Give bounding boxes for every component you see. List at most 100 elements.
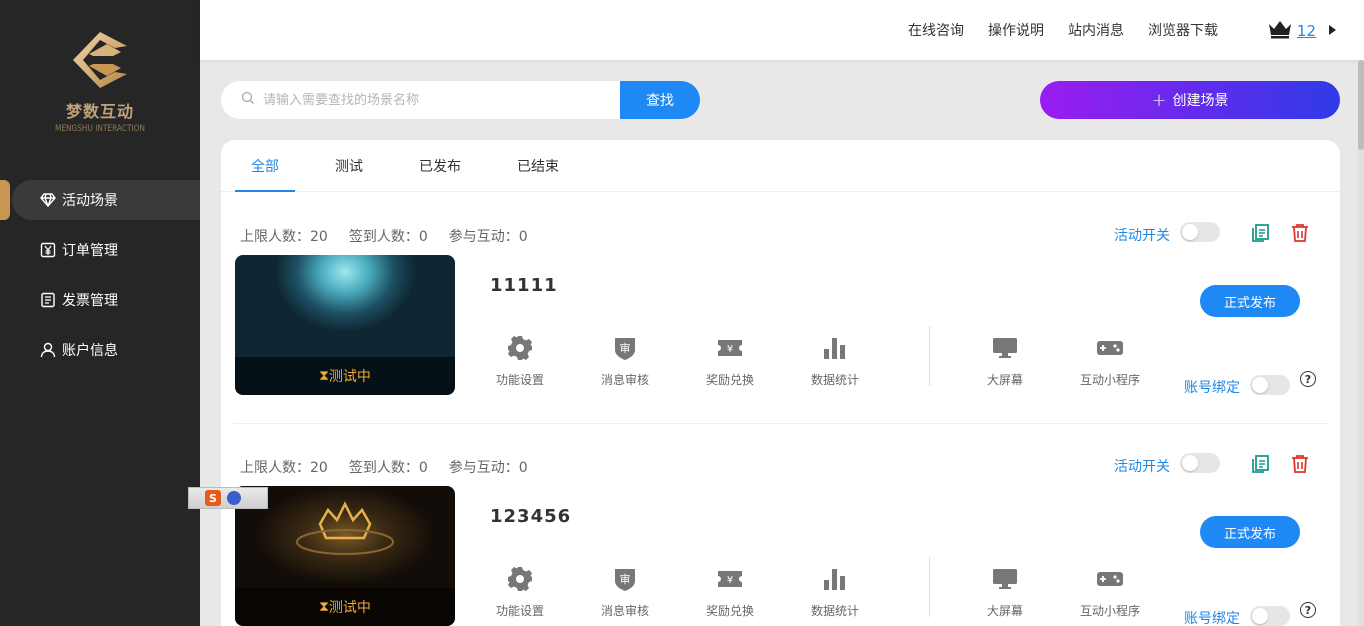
tab-published[interactable]: 已发布 (403, 140, 477, 192)
scene-status-text: 测试中 (328, 600, 371, 616)
user-count-link[interactable]: 12 (1297, 22, 1316, 40)
page-scrollbar[interactable] (1358, 60, 1364, 626)
account-bind-toggle[interactable] (1250, 375, 1290, 395)
header-link-guide[interactable]: 操作说明 (988, 20, 1044, 40)
ime-globe-icon[interactable] (227, 491, 241, 505)
function-label: 奖励兑换 (705, 604, 754, 618)
function-label: 数据统计 (810, 604, 859, 618)
svg-text:¥: ¥ (727, 344, 733, 355)
function-settings[interactable]: 功能设置 (475, 564, 565, 619)
search-box (221, 81, 621, 119)
copy-icon[interactable] (1250, 223, 1270, 247)
header-links: 在线咨询 操作说明 站内消息 浏览器下载 (884, 0, 1218, 60)
scrollbar-thumb[interactable] (1358, 60, 1364, 150)
activity-switch-label: 活动开关 (1114, 459, 1170, 475)
function-data-stats[interactable]: 数据统计 (790, 333, 880, 388)
function-mini-program[interactable]: 互动小程序 (1065, 333, 1155, 388)
sidebar-item-orders[interactable]: 订单管理 (0, 230, 200, 270)
function-label: 大屏幕 (986, 604, 1023, 618)
gear-icon (475, 564, 565, 594)
user-icon (40, 342, 56, 358)
function-label: 互动小程序 (1079, 373, 1140, 387)
trash-icon[interactable] (1290, 223, 1310, 247)
tab-all[interactable]: 全部 (235, 140, 295, 192)
search-input[interactable] (263, 92, 603, 108)
function-label: 大屏幕 (986, 373, 1023, 387)
scene-card: 上限人数：20 签到人数：0 参与互动：0 活动开关 ⧗ 测试中 11111 正式… (221, 193, 1340, 424)
ime-toolbar[interactable]: S (188, 487, 268, 509)
publish-button[interactable]: 正式发布 (1200, 516, 1300, 548)
sidebar-item-invoices[interactable]: 发票管理 (0, 280, 200, 320)
function-mini-program[interactable]: 互动小程序 (1065, 564, 1155, 619)
gamepad-icon (1065, 333, 1155, 363)
caret-right-icon[interactable] (1329, 25, 1336, 35)
svg-text:审: 审 (620, 572, 631, 586)
sidebar-item-account[interactable]: 账户信息 (0, 330, 200, 370)
crown-icon (1268, 19, 1292, 43)
function-big-screen[interactable]: 大屏幕 (960, 564, 1050, 619)
scene-status: ⧗ 测试中 (235, 357, 455, 395)
help-icon[interactable]: ? (1300, 602, 1316, 618)
function-reward-exchange[interactable]: ¥ 奖励兑换 (685, 333, 775, 388)
hourglass-icon: ⧗ (319, 599, 329, 615)
scene-list-panel: 全部 测试 已发布 已结束 上限人数：20 签到人数：0 参与互动：0 活动开关… (221, 140, 1340, 626)
sogou-ime-icon[interactable]: S (205, 490, 221, 506)
header-link-browser-download[interactable]: 浏览器下载 (1148, 20, 1218, 40)
diamond-icon (40, 192, 56, 208)
scene-stats: 上限人数：20 签到人数：0 参与互动：0 (240, 226, 549, 246)
brand-logo[interactable]: 梦数互动 MENGSHU INTERACTION (0, 26, 200, 134)
trash-icon[interactable] (1290, 454, 1310, 478)
publish-button[interactable]: 正式发布 (1200, 285, 1300, 317)
function-label: 消息审核 (600, 604, 649, 618)
hourglass-icon: ⧗ (319, 368, 329, 384)
brand-name: 梦数互动 (65, 102, 134, 121)
search-icon (241, 91, 255, 109)
function-label: 数据统计 (810, 373, 859, 387)
sidebar-item-scenes[interactable]: 活动场景 (0, 180, 200, 220)
header-link-consult[interactable]: 在线咨询 (908, 20, 964, 40)
activity-switch-toggle[interactable] (1180, 453, 1220, 473)
sidebar-item-label: 活动场景 (62, 193, 118, 209)
function-data-stats[interactable]: 数据统计 (790, 564, 880, 619)
function-settings[interactable]: 功能设置 (475, 333, 565, 388)
header-link-messages[interactable]: 站内消息 (1068, 20, 1124, 40)
search-button[interactable]: 查找 (620, 81, 700, 119)
scene-stats: 上限人数：20 签到人数：0 参与互动：0 (240, 457, 549, 477)
sidebar-nav: 活动场景 订单管理 发票管理 账户信息 (0, 180, 200, 380)
svg-text:¥: ¥ (727, 575, 733, 586)
logo-mark-icon (63, 26, 137, 94)
scene-thumbnail[interactable]: ⧗ 测试中 (235, 255, 455, 395)
scene-title: 123456 (490, 506, 572, 527)
create-scene-label: 创建场景 (1172, 93, 1229, 109)
function-message-review[interactable]: 审 消息审核 (580, 564, 670, 619)
account-bind-label: 账号绑定 (1184, 611, 1240, 626)
account-bind-toggle[interactable] (1250, 606, 1290, 626)
function-big-screen[interactable]: 大屏幕 (960, 333, 1050, 388)
tab-testing[interactable]: 测试 (319, 140, 379, 192)
activity-switch-toggle[interactable] (1180, 222, 1220, 242)
scene-thumbnail[interactable]: ⧗ 测试中 (235, 486, 455, 626)
status-tabs: 全部 测试 已发布 已结束 (221, 140, 1340, 192)
function-message-review[interactable]: 审 消息审核 (580, 333, 670, 388)
ticket-icon: ¥ (685, 333, 775, 363)
stat-participants: 参与互动：0 (448, 460, 528, 476)
gamepad-icon (1065, 564, 1155, 594)
monitor-icon (960, 564, 1050, 594)
tab-ended[interactable]: 已结束 (501, 140, 575, 192)
function-reward-exchange[interactable]: ¥ 奖励兑换 (685, 564, 775, 619)
bar-chart-icon (790, 564, 880, 594)
stat-participants: 参与互动：0 (448, 229, 528, 245)
stat-checkin: 签到人数：0 (348, 460, 428, 476)
brand-subtitle: MENGSHU INTERACTION (54, 124, 146, 134)
stat-limit: 上限人数：20 (240, 460, 328, 476)
function-label: 互动小程序 (1079, 604, 1140, 618)
sidebar-item-label: 订单管理 (62, 243, 118, 259)
plus-icon: + (1151, 89, 1167, 111)
create-scene-button[interactable]: + 创建场景 (1040, 81, 1340, 119)
svg-text:审: 审 (620, 341, 631, 355)
copy-icon[interactable] (1250, 454, 1270, 478)
function-label: 消息审核 (600, 373, 649, 387)
bar-chart-icon (790, 333, 880, 363)
help-icon[interactable]: ? (1300, 371, 1316, 387)
function-label: 奖励兑换 (705, 373, 754, 387)
